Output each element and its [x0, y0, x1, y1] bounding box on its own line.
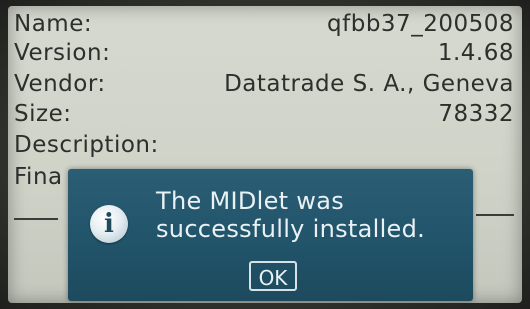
- vendor-value: Datatrade S. A., Geneva: [224, 71, 514, 97]
- divider-right: [476, 214, 514, 216]
- info-glyph: i: [104, 209, 114, 239]
- name-value: qfbb37_200508: [327, 11, 514, 37]
- vendor-label: Vendor:: [14, 71, 106, 97]
- detail-row-size: Size: 78332: [14, 101, 514, 131]
- size-label: Size:: [14, 101, 72, 127]
- final-label: Fina: [14, 164, 63, 190]
- version-label: Version:: [14, 40, 111, 66]
- divider-left: [14, 218, 58, 220]
- dialog-message-line1: The MIDlet was: [156, 187, 345, 215]
- detail-row-name: Name: qfbb37_200508: [14, 11, 514, 41]
- description-label: Description:: [14, 132, 159, 158]
- size-value: 78332: [438, 101, 514, 127]
- ok-button[interactable]: OK: [249, 261, 297, 291]
- info-icon: i: [90, 205, 128, 243]
- name-label: Name:: [14, 11, 93, 37]
- dialog-message-line2: successfully installed.: [156, 215, 426, 243]
- detail-row-vendor: Vendor: Datatrade S. A., Geneva: [14, 71, 514, 101]
- dialog-message: The MIDlet was successfully installed.: [156, 187, 476, 243]
- detail-row-description: Description:: [14, 132, 514, 162]
- phone-screen: Name: qfbb37_200508 Version: 1.4.68 Vend…: [8, 6, 522, 303]
- install-success-dialog: i The MIDlet was successfully installed.…: [68, 169, 473, 301]
- version-value: 1.4.68: [437, 40, 514, 66]
- detail-row-version: Version: 1.4.68: [14, 40, 514, 70]
